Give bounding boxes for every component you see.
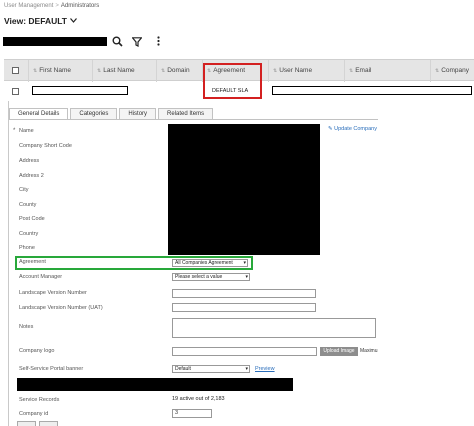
chevron-down-icon: ▾ <box>245 274 248 280</box>
agreement-highlight-box <box>15 256 253 270</box>
label-address2: Address 2 <box>19 173 44 179</box>
service-records-value: 19 active out of 2,183 <box>172 396 225 402</box>
search-icon <box>112 34 123 52</box>
view-title: View: DEFAULT <box>4 16 67 26</box>
breadcrumb: User Management > Administrators <box>4 3 99 9</box>
column-domain[interactable]: ⇅ Domain <box>156 60 204 82</box>
column-email[interactable]: ⇅ Email <box>344 60 430 82</box>
breadcrumb-separator: > <box>55 3 59 9</box>
preview-link[interactable]: Preview <box>255 366 275 372</box>
label-post-code: Post Code <box>19 216 45 222</box>
required-marker: * <box>13 128 16 134</box>
label-company-id: Company id <box>19 411 49 417</box>
label-ssp-banner: Self-Service Portal banner <box>19 366 84 372</box>
column-company[interactable]: ⇅ Company <box>430 60 474 82</box>
account-manager-select[interactable]: Please select a value ▾ <box>172 273 250 281</box>
label-service-records: Service Records <box>19 397 60 403</box>
update-company-link[interactable]: ✎ Update Company <box>328 126 377 132</box>
sort-icon: ⇅ <box>161 68 166 74</box>
footer-button[interactable] <box>17 421 36 426</box>
redacted-company-fields <box>168 124 320 255</box>
ssp-banner-select[interactable]: Default ▾ <box>172 365 250 373</box>
filter-icon <box>130 34 143 52</box>
label-company-logo: Company logo <box>19 348 55 354</box>
tab-related-items[interactable]: Related Items <box>158 108 214 119</box>
label-landscape-version-uat: Landscape Version Number (UAT) <box>19 305 103 311</box>
label-landscape-version: Landscape Version Number <box>19 290 87 296</box>
breadcrumb-current: Administrators <box>60 3 100 9</box>
label-city: City <box>19 187 29 193</box>
upload-size-hint: Maximu <box>360 348 378 354</box>
more-options-button[interactable] <box>151 35 166 50</box>
sort-icon: ⇅ <box>97 68 102 74</box>
landscape-version-uat-input[interactable] <box>172 303 316 312</box>
search-input-redacted[interactable] <box>3 37 107 46</box>
notes-textarea[interactable] <box>172 318 376 338</box>
edit-icon: ✎ <box>328 126 333 132</box>
detail-tabs: General Details Categories History Relat… <box>9 108 215 119</box>
label-name: Name <box>19 128 34 134</box>
label-short-code: Company Short Code <box>19 143 72 149</box>
tab-general-details[interactable]: General Details <box>9 108 69 119</box>
chevron-down-icon: ▾ <box>245 366 248 372</box>
label-address: Address <box>19 158 40 164</box>
label-country: Country <box>19 231 39 237</box>
select-all-checkbox[interactable] <box>12 67 19 74</box>
column-last-name[interactable]: ⇅ Last Name <box>92 60 156 82</box>
view-selector[interactable]: View: DEFAULT <box>4 16 77 26</box>
redacted-name-cell <box>32 86 128 95</box>
sort-icon: ⇅ <box>33 68 38 74</box>
agreement-highlight-box <box>203 63 262 99</box>
upload-image-button[interactable]: Upload Image <box>320 347 358 356</box>
landscape-version-input[interactable] <box>172 289 316 298</box>
tab-history[interactable]: History <box>119 108 157 119</box>
filter-button[interactable] <box>129 35 144 50</box>
column-user-name[interactable]: ⇅ User Name <box>268 60 344 82</box>
row-checkbox[interactable] <box>12 88 19 95</box>
column-first-name[interactable]: ⇅ First Name <box>28 60 92 82</box>
label-notes: Notes <box>19 324 34 330</box>
footer-buttons <box>17 421 58 426</box>
tab-categories[interactable]: Categories <box>70 108 118 119</box>
label-phone: Phone <box>19 245 35 251</box>
tab-divider <box>9 119 378 120</box>
sort-icon: ⇅ <box>273 68 278 74</box>
company-logo-input[interactable] <box>172 347 317 356</box>
label-account-manager: Account Manager <box>19 274 63 280</box>
company-id-input[interactable]: 3 <box>172 409 212 418</box>
chevron-down-icon <box>70 17 77 25</box>
search-button[interactable] <box>110 35 125 50</box>
label-county: County <box>19 202 37 208</box>
redacted-field <box>17 378 293 391</box>
breadcrumb-parent[interactable]: User Management <box>4 3 53 9</box>
redacted-user-cell <box>272 86 472 95</box>
vertical-ellipsis-icon <box>157 36 160 49</box>
sort-icon: ⇅ <box>349 68 354 74</box>
sort-icon: ⇅ <box>435 68 440 74</box>
footer-button[interactable] <box>39 421 58 426</box>
